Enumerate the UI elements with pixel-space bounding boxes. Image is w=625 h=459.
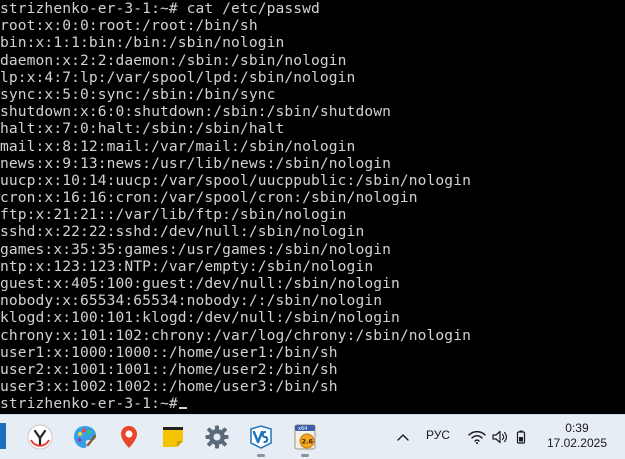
wifi-icon — [468, 430, 486, 444]
terminal-window[interactable]: strizhenko-er-3-1:~# cat /etc/passwd roo… — [0, 0, 625, 414]
terminal-line: guest:x:405:100:guest:/dev/null:/sbin/no… — [0, 275, 400, 292]
terminal-line: halt:x:7:0:halt:/sbin:/sbin/halt — [0, 120, 285, 138]
terminal-line: shutdown:x:6:0:shutdown:/sbin:/sbin/shut… — [0, 103, 391, 121]
terminal-prompt-line[interactable]: strizhenko-er-3-1:~# — [0, 395, 625, 412]
system-tray-icons[interactable] — [468, 427, 528, 447]
settings-icon[interactable] — [201, 421, 233, 453]
terminal-line: klogd:x:100:101:klogd:/dev/null:/sbin/no… — [0, 309, 400, 327]
yandex-browser-icon[interactable] — [24, 421, 56, 453]
sticky-notes-icon[interactable] — [157, 421, 189, 453]
terminal-line: ftp:x:21:21::/var/lib/ftp:/sbin/nologin — [0, 206, 347, 224]
taskbar-clock[interactable]: 0:39 17.02.2025 — [547, 421, 607, 451]
terminal-line: games:x:35:35:games:/usr/games:/sbin/nol… — [0, 240, 391, 258]
app-badge-label: x64 — [298, 426, 307, 432]
terminal-line: ntp:x:123:123:NTP:/var/empty:/sbin/nolog… — [0, 257, 374, 275]
app-badge-icon[interactable]: x64 2.6 — [289, 421, 321, 457]
terminal-line: mail:x:8:12:mail:/var/mail:/sbin/nologin — [0, 137, 356, 155]
terminal-line: cron:x:16:16:cron:/var/spool/cron:/sbin/… — [0, 189, 418, 207]
terminal-line: sync:x:5:0:sync:/sbin:/bin/sync — [0, 85, 276, 103]
battery-icon — [516, 430, 526, 444]
text-cursor — [178, 407, 187, 410]
clock-date: 17.02.2025 — [546, 436, 607, 450]
terminal-line: uucp:x:10:14:uucp:/var/spool/uucppublic:… — [0, 171, 471, 189]
terminal-line: user3:x:1002:1002::/home/user3:/bin/sh — [0, 378, 338, 396]
virtualbox-icon[interactable] — [245, 421, 277, 457]
volume-icon — [492, 430, 507, 444]
terminal-line: root:x:0:0:root:/root:/bin/sh — [0, 17, 258, 35]
desktop-screen: strizhenko-er-3-1:~# cat /etc/passwd roo… — [0, 0, 625, 459]
start-button-edge[interactable] — [0, 423, 6, 449]
terminal-line: nobody:x:65534:65534:nobody:/:/sbin/nolo… — [0, 292, 383, 310]
terminal-line: chrony:x:101:102:chrony:/var/log/chrony:… — [0, 326, 471, 344]
terminal-line: sshd:x:22:22:sshd:/dev/null:/sbin/nologi… — [0, 223, 365, 241]
terminal-line: strizhenko-er-3-1:~# cat /etc/passwd — [0, 0, 320, 17]
show-hidden-icons-button[interactable] — [394, 427, 412, 447]
maps-icon[interactable] — [113, 421, 145, 453]
app-badge-version: 2.6 — [302, 438, 314, 446]
terminal-line: lp:x:4:7:lp:/var/spool/lpd:/sbin/nologin — [0, 68, 356, 86]
chevron-up-icon — [397, 434, 409, 441]
terminal-line: bin:x:1:1:bin:/bin:/sbin/nologin — [0, 34, 285, 52]
terminal-line: news:x:9:13:news:/usr/lib/news:/sbin/nol… — [0, 154, 391, 172]
terminal-line: daemon:x:2:2:daemon:/sbin:/sbin/nologin — [0, 51, 347, 69]
taskbar: x64 2.6 РУС 0:39 17.02.2025 — [0, 414, 625, 459]
terminal-line: user1:x:1000:1000::/home/user1:/bin/sh — [0, 343, 338, 361]
terminal-prompt: strizhenko-er-3-1:~# — [0, 395, 178, 413]
clock-time: 0:39 — [565, 421, 589, 435]
terminal-line: user2:x:1001:1001::/home/user2:/bin/sh — [0, 360, 338, 378]
paint-icon[interactable] — [69, 421, 101, 453]
input-language-indicator[interactable]: РУС — [426, 428, 450, 442]
